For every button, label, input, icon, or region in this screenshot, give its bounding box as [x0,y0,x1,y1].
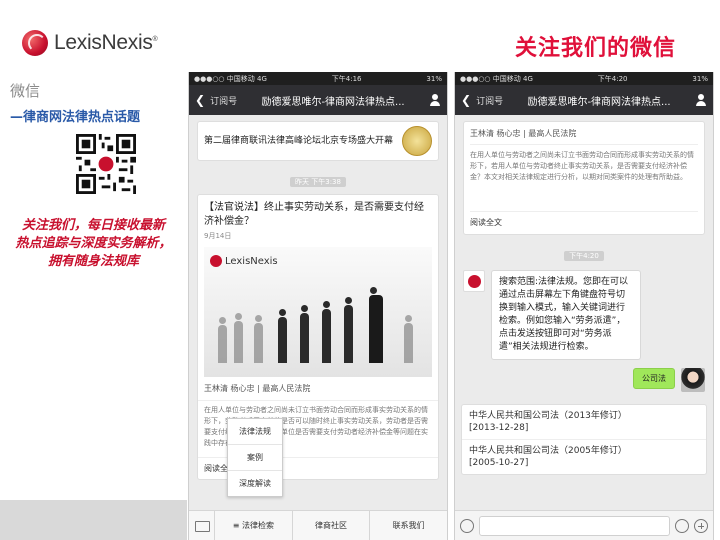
result-title: 中华人民共和国公司法（2005年修订） [469,446,627,456]
bot-message-row: 搜索范围:法律法规。您即在可以通过点击屏幕左下角键盘符号切换到输入模式，输入关键… [455,266,713,364]
plus-icon[interactable] [694,518,708,533]
article-title: 【法官说法】终止事实劳动关系，是否需要支付经济补偿金？ [204,202,424,227]
slide: LexisNexis® 微信 —律商网法律热点话题 关注我们，每日接收最新 热点… [0,0,720,540]
forum-card[interactable]: 第二届律商联讯法律高峰论坛北京专场盛大开幕 [197,121,439,161]
article-date: 9月14日 [204,232,232,240]
carrier-label: ●●●○○ 中国移动 4G [460,74,533,83]
article-card[interactable]: 王林清 杨心忠 | 最高人民法院 在用人单位与劳动者之间尚未订立书面劳动合同而形… [463,121,705,235]
submenu-item-analysis[interactable]: 深度解读 [228,471,282,496]
footer-bar [0,500,187,540]
lexisnexis-logo-icon [210,255,222,267]
user-avatar [681,368,705,392]
forum-card-title: 第二届律商联讯法律高峰论坛北京专场盛大开幕 [204,136,394,146]
silhouette-figure [300,305,309,363]
promo-line: 关注我们，每日接收最新 [21,218,165,233]
user-message-row: 公司法 [455,364,713,396]
menu-contact-us[interactable]: 联系我们 [370,511,447,540]
nav-bar: ❮ 订阅号 励德爱思唯尔-律商网法律热点... [455,85,713,115]
submenu-item-laws[interactable]: 法律法规 [228,419,282,445]
nav-bar: ❮ 订阅号 励德爱思唯尔-律商网法律热点... [189,85,447,115]
lexisnexis-logo: LexisNexis® [22,30,158,56]
search-results: 中华人民共和国公司法（2013年修订） [2013-12-28] 中华人民共和国… [461,404,707,475]
status-time: 下午4:20 [597,74,628,83]
profile-icon[interactable] [429,94,441,106]
menu-legal-search[interactable]: ≡ 法律检索 [215,510,293,540]
back-button[interactable]: 订阅号 [476,94,503,107]
back-chevron-icon[interactable]: ❮ [461,93,471,107]
back-button[interactable]: 订阅号 [210,94,237,107]
back-chevron-icon[interactable]: ❮ [195,93,205,107]
result-title: 中华人民共和国公司法（2013年修订） [469,411,627,421]
article-summary: 在用人单位与劳动者之间尚未订立书面劳动合同而形成事实劳动关系的情形下，若用人单位… [470,151,694,181]
phone-screen-menu: ●●●○○ 中国移动 4G 下午4:16 31% ❮ 订阅号 励德爱思唯尔-律商… [188,72,448,540]
phone-screen-search: ●●●○○ 中国移动 4G 下午4:20 31% ❮ 订阅号 励德爱思唯尔-律商… [454,72,714,540]
silhouette-figure [404,315,413,363]
silhouette-figure [254,315,263,363]
status-bar: ●●●○○ 中国移动 4G 下午4:16 31% [189,72,447,85]
voice-icon[interactable] [460,518,474,533]
lexisnexis-logo-icon [22,30,48,56]
wechat-subtitle: —律商网法律热点话题 [10,110,141,125]
silhouette-figure [278,309,287,363]
submenu-item-cases[interactable]: 案例 [228,445,282,471]
wechat-promo-text: 关注我们，每日接收最新 热点追踪与深度实务解析， 拥有随身法规库 [6,217,181,271]
cover-logo: LexisNexis [210,255,278,267]
menu-community[interactable]: 律商社区 [293,510,371,540]
list-item[interactable]: 中华人民共和国公司法（2005年修订） [2005-10-27] [462,440,706,474]
qr-code-icon [76,134,136,194]
timestamp: 下午4:20 [455,243,713,262]
battery-level: 31% [426,74,442,83]
timestamp: 昨天 下午3:38 [189,169,447,188]
article-cover-image: LexisNexis [204,247,432,377]
promo-line: 拥有随身法规库 [47,254,139,269]
result-date: [2013-12-28] [469,423,529,433]
promo-line: 热点追踪与深度实务解析， [15,236,172,251]
headline: 关注我们的微信 [514,36,676,61]
carrier-label: ●●●○○ 中国移动 4G [194,74,267,83]
profile-icon[interactable] [695,94,707,106]
silhouette-figure [234,313,243,363]
status-time: 下午4:16 [331,74,362,83]
forum-seal-icon [402,126,432,156]
chat-title: 励德爱思唯尔-律商网法律热点... [261,96,405,108]
message-input[interactable] [479,515,670,536]
bot-avatar [463,270,485,292]
article-author: 王林清 杨心忠 | 最高人民法院 [470,128,698,145]
logo-text: LexisNexis® [54,31,158,54]
wechat-label: 微信 [10,82,41,100]
emoji-icon[interactable] [675,518,689,533]
submenu-popup: 法律法规 案例 深度解读 [227,418,283,497]
user-message-bubble: 公司法 [633,368,675,389]
message-input-bar [455,510,713,540]
list-item[interactable]: 中华人民共和国公司法（2013年修订） [2013-12-28] [462,405,706,440]
silhouette-figure [322,301,331,363]
bot-message-bubble: 搜索范围:法律法规。您即在可以通过点击屏幕左下角键盘符号切换到输入模式，输入关键… [491,270,641,360]
silhouette-figure [218,317,227,363]
battery-level: 31% [692,74,708,83]
silhouette-figure [369,287,383,363]
article-author: 王林清 杨心忠 | 最高人民法院 [198,377,438,401]
silhouette-figure [344,297,353,363]
result-date: [2005-10-27] [469,458,529,468]
bottom-menu: ≡ 法律检索 律商社区 联系我们 [189,510,447,540]
chat-title: 励德爱思唯尔-律商网法律热点... [527,96,671,108]
keyboard-icon[interactable] [189,510,215,540]
status-bar: ●●●○○ 中国移动 4G 下午4:20 31% [455,72,713,85]
read-more-link[interactable]: 阅读全文 [470,211,698,228]
